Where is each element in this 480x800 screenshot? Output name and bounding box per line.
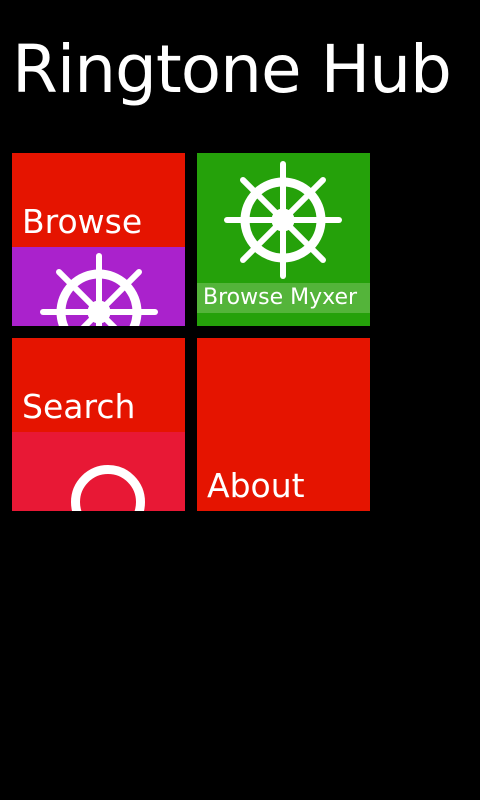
search-ring-icon	[71, 465, 145, 511]
browse-tile[interactable]: Browse	[12, 153, 185, 326]
browse-tile-label: Browse	[22, 202, 143, 241]
browse-myxer-tile[interactable]: Browse Myxer	[197, 153, 370, 326]
browse-tile-flip-panel	[12, 247, 185, 326]
about-tile[interactable]: About	[197, 338, 370, 511]
browse-myxer-tile-label: Browse Myxer	[203, 285, 358, 310]
search-tile-label: Search	[22, 387, 136, 426]
search-tile[interactable]: Search	[12, 338, 185, 511]
about-tile-label: About	[207, 466, 305, 505]
ship-wheel-icon	[224, 161, 342, 279]
ship-wheel-icon	[40, 253, 158, 326]
app-title: Ringtone Hub	[12, 31, 452, 108]
search-tile-flip-panel	[12, 432, 185, 511]
